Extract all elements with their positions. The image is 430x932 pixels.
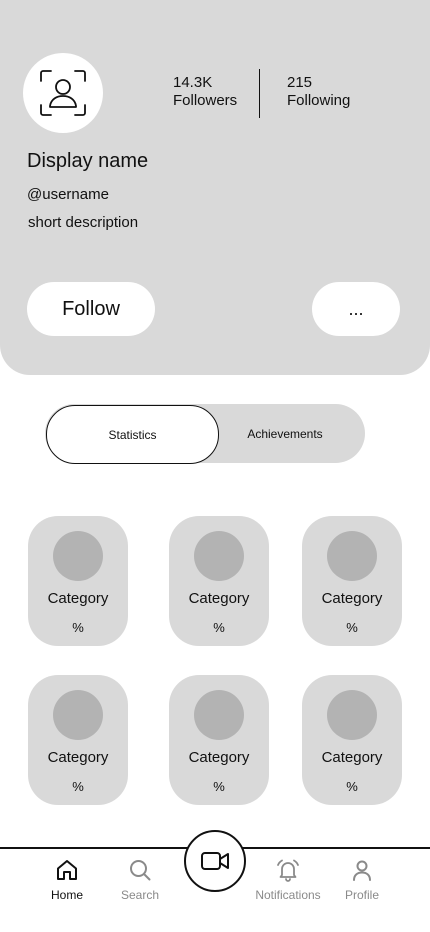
stat-divider	[259, 69, 260, 118]
followers-count: 14.3K	[173, 74, 213, 91]
category-card[interactable]: Category %	[28, 516, 128, 646]
nav-home-label: Home	[50, 888, 83, 902]
nav-notifications[interactable]: Notifications	[250, 858, 326, 902]
category-image	[327, 690, 377, 740]
display-name: Display name	[27, 150, 149, 172]
following-count: 215	[287, 74, 313, 91]
category-image	[53, 690, 103, 740]
video-camera-icon	[201, 852, 229, 870]
followers-label: Followers	[173, 92, 238, 109]
category-value: %	[213, 779, 225, 794]
tab-statistics[interactable]: Statistics	[46, 405, 219, 464]
category-label: Category	[188, 749, 250, 766]
followers-stat[interactable]: 14.3K Followers	[173, 74, 237, 110]
category-value: %	[72, 620, 84, 635]
nav-home[interactable]: Home	[29, 858, 105, 902]
bell-icon	[277, 859, 299, 882]
category-card[interactable]: Category %	[302, 516, 402, 646]
category-image	[327, 531, 377, 581]
following-label: Following	[287, 92, 351, 109]
nav-notifications-label: Notifications	[255, 888, 321, 902]
search-icon	[130, 860, 151, 881]
category-card[interactable]: Category %	[169, 516, 269, 646]
nav-profile[interactable]: Profile	[324, 858, 400, 902]
profile-description: short description	[28, 214, 139, 231]
category-card[interactable]: Category %	[28, 675, 128, 805]
tab-achievements[interactable]: Achievements	[221, 405, 349, 462]
category-value: %	[346, 779, 358, 794]
nav-search[interactable]: Search	[102, 858, 178, 902]
record-video-button[interactable]	[184, 830, 246, 892]
nav-profile-label: Profile	[344, 888, 379, 902]
category-card[interactable]: Category %	[169, 675, 269, 805]
category-label: Category	[321, 590, 383, 607]
profile-screen: 14.3K Followers 215 Following Display na…	[0, 0, 430, 932]
profile-header: 14.3K Followers 215 Following Display na…	[0, 0, 430, 375]
following-stat[interactable]: 215 Following	[287, 74, 350, 110]
category-value: %	[213, 620, 225, 635]
category-label: Category	[47, 749, 109, 766]
avatar[interactable]	[23, 53, 103, 133]
category-value: %	[72, 779, 84, 794]
category-label: Category	[321, 749, 383, 766]
category-label: Category	[188, 590, 250, 607]
category-image	[53, 531, 103, 581]
home-icon	[57, 860, 77, 880]
category-card[interactable]: Category %	[302, 675, 402, 805]
profile-tabs: Statistics Achievements	[45, 404, 365, 464]
category-value: %	[346, 620, 358, 635]
category-image	[194, 531, 244, 581]
user-icon	[353, 860, 371, 881]
nav-search-label: Search	[120, 888, 160, 902]
follow-button[interactable]: Follow	[27, 282, 155, 336]
user-placeholder-icon	[40, 70, 86, 116]
category-label: Category	[47, 590, 109, 607]
category-image	[194, 690, 244, 740]
username: @username	[27, 186, 109, 203]
more-options-button[interactable]: ...	[312, 282, 400, 336]
